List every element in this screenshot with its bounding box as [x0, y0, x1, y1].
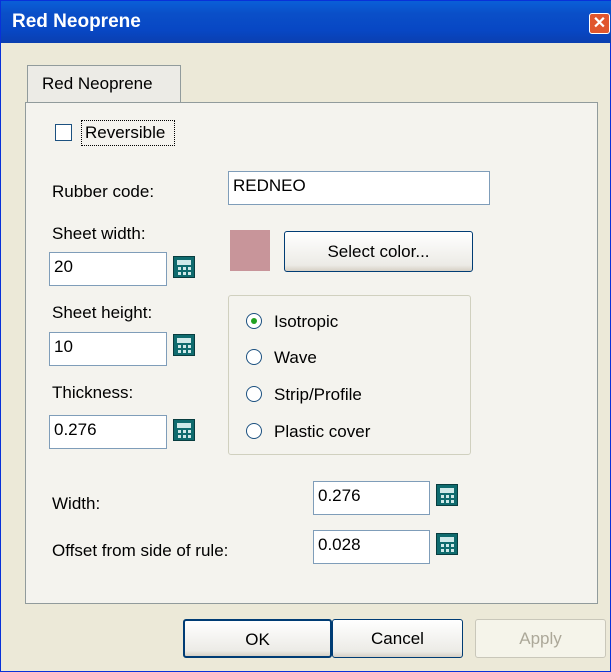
window-title: Red Neoprene [12, 11, 141, 32]
sheet-width-input[interactable]: 20 [49, 252, 167, 286]
radio-isotropic-label[interactable]: Isotropic [274, 312, 338, 332]
radio-isotropic[interactable] [246, 313, 262, 329]
tab-label: Red Neoprene [42, 74, 153, 93]
radio-strip-profile-label[interactable]: Strip/Profile [274, 385, 362, 405]
select-color-button[interactable]: Select color... [284, 231, 473, 272]
calculator-icon[interactable] [173, 419, 195, 441]
dialog-window: Red Neoprene ✕ Red Neoprene Reversible R… [0, 0, 611, 672]
radio-plastic-cover[interactable] [246, 423, 262, 439]
sheet-height-input[interactable]: 10 [49, 332, 167, 366]
thickness-input[interactable]: 0.276 [49, 415, 167, 449]
calculator-icon[interactable] [436, 533, 458, 555]
offset-label: Offset from side of rule: [52, 541, 229, 560]
radio-wave[interactable] [246, 349, 262, 365]
calculator-icon[interactable] [173, 334, 195, 356]
close-icon[interactable]: ✕ [589, 13, 610, 34]
cancel-button[interactable]: Cancel [332, 619, 463, 658]
width-input[interactable]: 0.276 [313, 481, 430, 515]
reversible-checkbox[interactable] [55, 124, 72, 141]
width-label: Width: [52, 494, 101, 513]
title-bar[interactable]: Red Neoprene ✕ [1, 1, 611, 43]
color-swatch [230, 230, 270, 271]
apply-button[interactable]: Apply [475, 619, 606, 658]
radio-wave-label[interactable]: Wave [274, 348, 317, 368]
calculator-icon[interactable] [173, 256, 195, 278]
sheet-height-label: Sheet height: [52, 303, 153, 322]
rubber-code-label: Rubber code: [52, 182, 155, 201]
thickness-label: Thickness: [52, 383, 134, 402]
reversible-label[interactable]: Reversible [85, 123, 165, 143]
radio-plastic-cover-label[interactable]: Plastic cover [274, 422, 370, 442]
ok-button[interactable]: OK [183, 619, 332, 658]
offset-input[interactable]: 0.028 [313, 530, 430, 564]
radio-strip-profile[interactable] [246, 386, 262, 402]
rubber-code-input[interactable]: REDNEO [228, 171, 490, 205]
sheet-width-label: Sheet width: [52, 224, 146, 243]
calculator-icon[interactable] [436, 484, 458, 506]
tab-red-neoprene[interactable]: Red Neoprene [27, 65, 181, 103]
